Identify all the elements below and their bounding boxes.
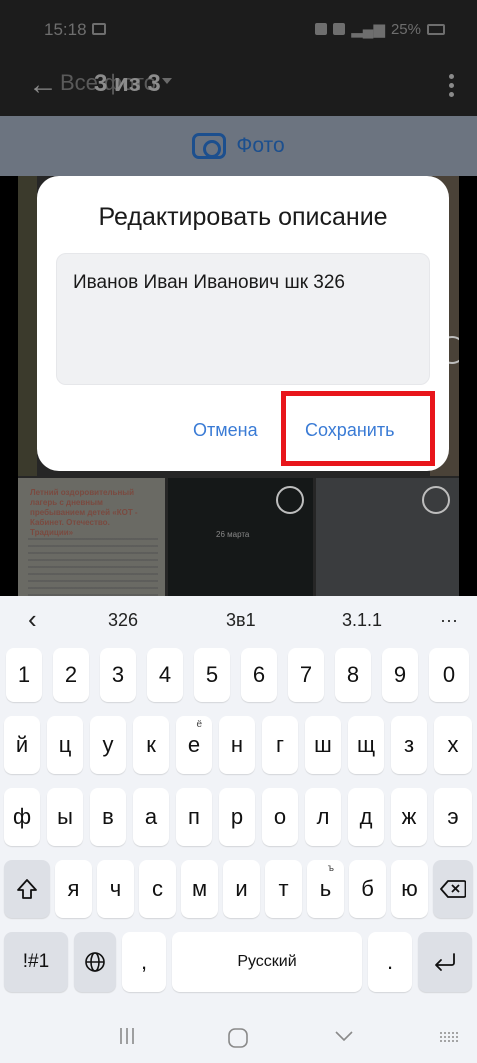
more-suggestions-icon[interactable]: ··· bbox=[440, 610, 458, 631]
key-letter[interactable]: я bbox=[55, 860, 92, 918]
key-letter[interactable]: з bbox=[391, 716, 427, 774]
photo-tile[interactable] bbox=[316, 478, 459, 596]
key-letter[interactable]: й bbox=[4, 716, 40, 774]
key-letter[interactable]: м bbox=[181, 860, 218, 918]
home-icon[interactable] bbox=[226, 1026, 250, 1050]
globe-icon bbox=[85, 952, 105, 972]
save-highlight-box bbox=[281, 391, 435, 466]
suggestion-1[interactable]: 326 bbox=[108, 610, 138, 631]
key-letter[interactable]: и bbox=[223, 860, 260, 918]
keyboard: ‹ 326 3в1 3.1.1 ··· 1 2 3 4 5 6 7 8 9 0 … bbox=[0, 596, 477, 1014]
notification-icon bbox=[315, 23, 328, 35]
poster-title: Летний оздоровительный лагерь с дневным … bbox=[30, 488, 138, 537]
mute-icon bbox=[333, 23, 346, 35]
key-letter[interactable]: ш bbox=[305, 716, 341, 774]
status-icons: ▂▄▆ 25% bbox=[315, 20, 445, 38]
period-key[interactable]: . bbox=[368, 932, 412, 992]
key-letter[interactable]: в bbox=[90, 788, 126, 846]
suggestion-bar: ‹ 326 3в1 3.1.1 ··· bbox=[0, 596, 477, 646]
key-3[interactable]: 3 bbox=[100, 648, 136, 702]
shift-key[interactable] bbox=[4, 860, 50, 918]
comma-key[interactable]: , bbox=[122, 932, 166, 992]
camera-icon bbox=[192, 133, 227, 159]
hide-keyboard-icon[interactable] bbox=[334, 1030, 354, 1042]
enter-icon bbox=[435, 953, 455, 971]
key-letter[interactable]: л bbox=[305, 788, 341, 846]
key-alt-hard-sign: ъ bbox=[327, 863, 334, 874]
backspace-key[interactable] bbox=[433, 860, 473, 918]
signal-icon: ▂▄▆ bbox=[351, 21, 385, 38]
status-time: 15:18 bbox=[44, 20, 87, 39]
key-letter[interactable]: б bbox=[349, 860, 386, 918]
key-6[interactable]: 6 bbox=[241, 648, 277, 702]
photo-tile[interactable]: 26 марта bbox=[168, 478, 313, 596]
key-letter[interactable]: п bbox=[176, 788, 212, 846]
key-0[interactable]: 0 bbox=[429, 648, 469, 702]
key-letter[interactable]: ц bbox=[47, 716, 83, 774]
chevron-down-icon[interactable] bbox=[162, 78, 172, 84]
battery-percent: 25% bbox=[390, 20, 421, 38]
key-letter[interactable]: г bbox=[262, 716, 298, 774]
select-circle-icon[interactable] bbox=[422, 486, 450, 514]
key-letter[interactable]: ю bbox=[391, 860, 428, 918]
photo-counter: 3 из 3 bbox=[94, 70, 161, 97]
key-letter[interactable]: ф bbox=[4, 788, 40, 846]
key-9[interactable]: 9 bbox=[382, 648, 418, 702]
add-photo-bar[interactable]: Фото bbox=[0, 116, 477, 176]
photo-tile[interactable]: Летний оздоровительный лагерь с дневным … bbox=[18, 478, 165, 596]
photo-tile[interactable] bbox=[18, 176, 37, 476]
key-letter-e[interactable]: ё е bbox=[176, 716, 212, 774]
date-chip: 26 марта bbox=[216, 530, 250, 539]
language-key[interactable] bbox=[74, 932, 116, 992]
back-arrow-icon[interactable]: ← bbox=[28, 68, 58, 102]
key-letter[interactable]: ж bbox=[391, 788, 427, 846]
recent-apps-icon[interactable] bbox=[118, 1026, 136, 1046]
poster-text-lines bbox=[28, 538, 158, 596]
key-8[interactable]: 8 bbox=[335, 648, 371, 702]
add-photo-label: Фото bbox=[236, 134, 285, 157]
key-letter[interactable]: н bbox=[219, 716, 255, 774]
dialog-title: Редактировать описание bbox=[98, 203, 388, 231]
key-letter[interactable]: э bbox=[434, 788, 472, 846]
key-letter[interactable]: ч bbox=[97, 860, 134, 918]
app-bar: ← Все фото 3 из 3 bbox=[0, 56, 477, 116]
select-circle-icon[interactable] bbox=[276, 486, 304, 514]
cancel-button[interactable]: Отмена bbox=[193, 420, 258, 441]
gallery-icon bbox=[92, 23, 106, 35]
key-letter[interactable]: х bbox=[434, 716, 472, 774]
key-letter[interactable]: а bbox=[133, 788, 169, 846]
key-letter-soft-sign[interactable]: ъ ь bbox=[307, 860, 344, 918]
description-input[interactable]: Иванов Иван Иванович шк 326 bbox=[56, 253, 430, 385]
key-letter[interactable]: т bbox=[265, 860, 302, 918]
space-key[interactable]: Русский bbox=[172, 932, 362, 992]
key-letter[interactable]: д bbox=[348, 788, 384, 846]
key-letter[interactable]: р bbox=[219, 788, 255, 846]
key-alt-yo: ё bbox=[196, 719, 202, 730]
backspace-icon bbox=[440, 880, 466, 898]
key-letter[interactable]: к bbox=[133, 716, 169, 774]
key-letter[interactable]: ы bbox=[47, 788, 83, 846]
shift-icon bbox=[17, 879, 37, 899]
key-letter[interactable]: о bbox=[262, 788, 298, 846]
suggestion-2[interactable]: 3в1 bbox=[226, 610, 256, 631]
key-7[interactable]: 7 bbox=[288, 648, 324, 702]
suggestion-3[interactable]: 3.1.1 bbox=[342, 610, 382, 631]
key-2[interactable]: 2 bbox=[53, 648, 89, 702]
key-4[interactable]: 4 bbox=[147, 648, 183, 702]
key-letter[interactable]: у bbox=[90, 716, 126, 774]
keyboard-icon[interactable] bbox=[438, 1030, 460, 1044]
key-letter[interactable]: с bbox=[139, 860, 176, 918]
key-letter[interactable]: щ bbox=[348, 716, 384, 774]
key-5[interactable]: 5 bbox=[194, 648, 230, 702]
status-bar: 15:18 ▂▄▆ 25% bbox=[0, 0, 477, 56]
enter-key[interactable] bbox=[418, 932, 472, 992]
collapse-suggestions-icon[interactable]: ‹ bbox=[28, 604, 37, 635]
key-letter-e-label: е bbox=[187, 732, 201, 757]
key-soft-sign-label: ь bbox=[319, 876, 332, 901]
system-nav-bar bbox=[0, 1014, 477, 1063]
more-options-icon[interactable] bbox=[449, 74, 455, 97]
battery-icon bbox=[427, 23, 445, 35]
key-1[interactable]: 1 bbox=[6, 648, 42, 702]
symbols-key[interactable]: !#1 bbox=[4, 932, 68, 992]
